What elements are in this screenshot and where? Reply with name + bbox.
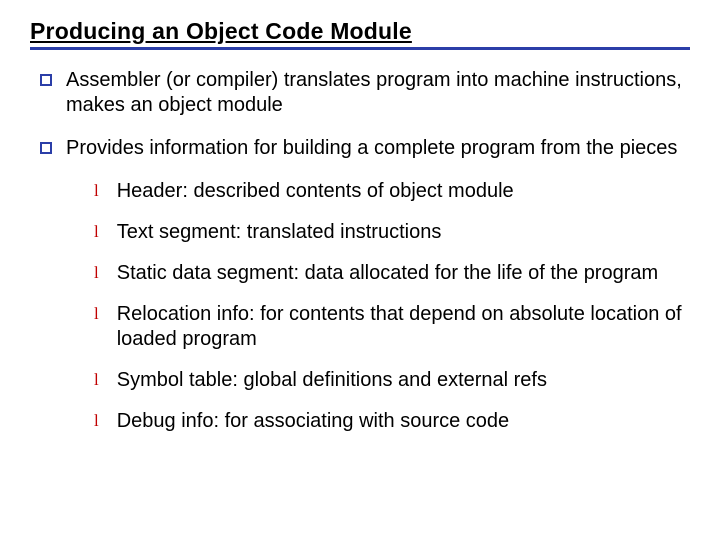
sub-bullet-text: Symbol table: global definitions and ext… <box>117 368 690 393</box>
square-bullet-icon <box>40 142 52 154</box>
main-bullet-list: Assembler (or compiler) translates progr… <box>30 68 690 434</box>
list-item: l Symbol table: global definitions and e… <box>94 368 690 393</box>
sub-bullet-icon: l <box>94 179 99 204</box>
sub-bullet-icon: l <box>94 261 99 286</box>
slide-title: Producing an Object Code Module <box>30 18 690 50</box>
sub-bullet-text: Debug info: for associating with source … <box>117 409 690 434</box>
sub-bullet-text: Text segment: translated instructions <box>117 220 690 245</box>
list-item: l Static data segment: data allocated fo… <box>94 261 690 286</box>
sub-bullet-icon: l <box>94 302 99 327</box>
sub-bullet-icon: l <box>94 368 99 393</box>
sub-bullet-text: Relocation info: for contents that depen… <box>117 302 690 352</box>
list-item: l Debug info: for associating with sourc… <box>94 409 690 434</box>
sub-bullet-icon: l <box>94 220 99 245</box>
list-item: Provides information for building a comp… <box>40 136 690 161</box>
bullet-text: Provides information for building a comp… <box>66 136 690 161</box>
sub-bullet-icon: l <box>94 409 99 434</box>
sub-bullet-text: Static data segment: data allocated for … <box>117 261 690 286</box>
list-item: Assembler (or compiler) translates progr… <box>40 68 690 118</box>
list-item: l Text segment: translated instructions <box>94 220 690 245</box>
list-item: l Relocation info: for contents that dep… <box>94 302 690 352</box>
bullet-text: Assembler (or compiler) translates progr… <box>66 68 690 118</box>
sub-bullet-text: Header: described contents of object mod… <box>117 179 690 204</box>
sub-bullet-list: l Header: described contents of object m… <box>40 179 690 434</box>
square-bullet-icon <box>40 74 52 86</box>
list-item: l Header: described contents of object m… <box>94 179 690 204</box>
